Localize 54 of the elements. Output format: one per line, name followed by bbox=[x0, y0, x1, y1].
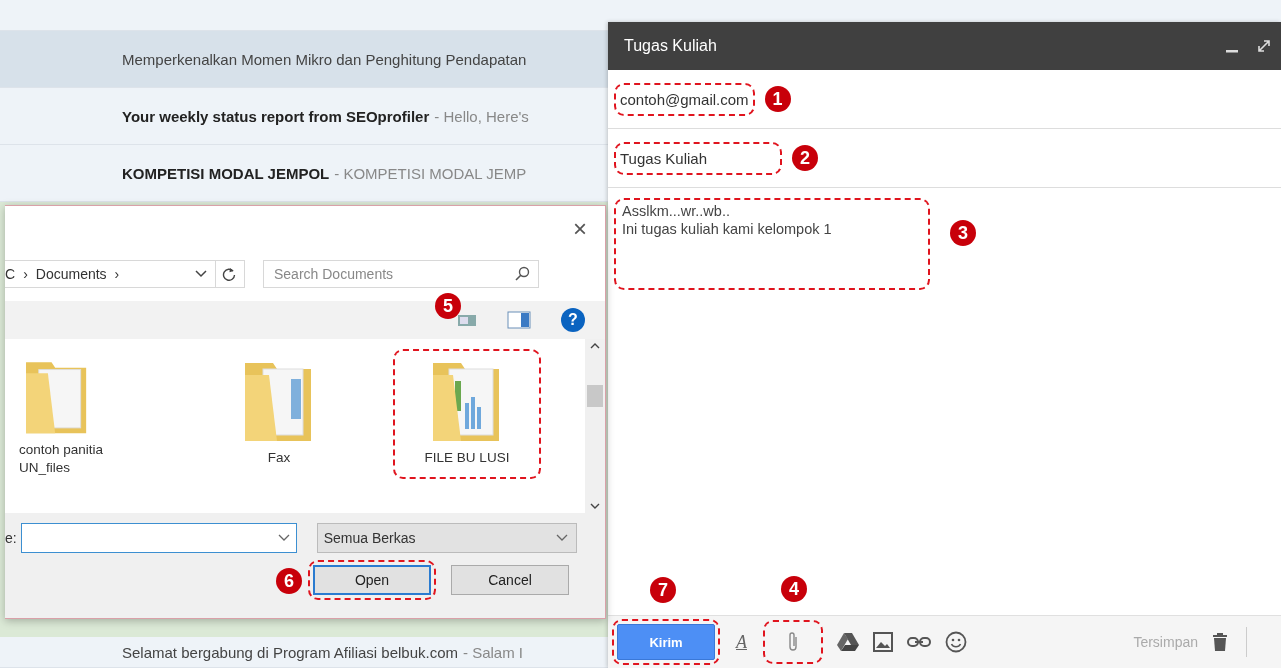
chevron-down-icon[interactable] bbox=[555, 534, 568, 542]
chevron-down-icon[interactable] bbox=[195, 270, 207, 278]
window-title: Tugas Kuliah bbox=[624, 37, 718, 55]
address-bar[interactable]: C › Documents › bbox=[5, 260, 245, 288]
paperclip-icon[interactable] bbox=[787, 631, 799, 653]
step-number-marker: 5 bbox=[435, 293, 461, 319]
email-subject: KOMPETISI MODAL JEMPOL bbox=[122, 164, 330, 182]
email-subject: Your weekly status report from SEOprofiler bbox=[122, 107, 430, 125]
trash-icon[interactable] bbox=[1212, 632, 1228, 652]
email-snippet: - KOMPETISI MODAL JEMP bbox=[334, 164, 527, 182]
breadcrumb-item[interactable]: C bbox=[5, 266, 16, 282]
email-subject: Selamat bergabung di Program Afiliasi belbuk.com bbox=[122, 643, 458, 661]
step-number-marker: 7 bbox=[650, 577, 676, 603]
chevron-down-icon[interactable] bbox=[277, 534, 290, 542]
recipient-field[interactable]: contoh@gmail.com bbox=[620, 90, 749, 108]
message-body-field[interactable]: Asslkm...wr..wb.. Ini tugas kuliah kami kelompok 1 bbox=[622, 202, 922, 238]
step-number-marker: 4 bbox=[781, 576, 807, 602]
refresh-icon[interactable] bbox=[222, 267, 236, 281]
scroll-thumb[interactable] bbox=[587, 385, 603, 407]
open-button[interactable]: Open bbox=[313, 565, 431, 595]
drive-icon[interactable] bbox=[837, 632, 859, 652]
file-type-value: Semua Berkas bbox=[323, 530, 416, 546]
text-format-button[interactable]: A bbox=[734, 631, 749, 653]
breadcrumb-item[interactable]: Documents bbox=[35, 266, 107, 282]
chevron-up-icon[interactable] bbox=[590, 343, 600, 349]
search-icon bbox=[514, 266, 530, 282]
emoji-icon[interactable] bbox=[945, 631, 967, 653]
step-number-marker: 2 bbox=[792, 145, 818, 171]
file-name-field[interactable] bbox=[20, 523, 297, 553]
cancel-button[interactable]: Cancel bbox=[451, 565, 569, 595]
step-number-marker: 1 bbox=[764, 86, 791, 112]
file-name-label: e: bbox=[5, 530, 17, 546]
link-icon[interactable] bbox=[907, 636, 931, 648]
file-type-dropdown[interactable]: Semua Berkas bbox=[316, 523, 577, 553]
breadcrumb-separator: › bbox=[23, 266, 28, 282]
expand-icon[interactable] bbox=[1257, 39, 1271, 53]
step-number-marker: 3 bbox=[950, 220, 976, 246]
preview-pane-icon[interactable] bbox=[507, 311, 531, 329]
email-subject: Memperkenalkan Momen Mikro dan Penghitung Pendapatan bbox=[122, 50, 527, 68]
chevron-down-icon[interactable] bbox=[590, 503, 600, 509]
folder-name[interactable]: FILE BU LUSI bbox=[412, 449, 522, 467]
help-button[interactable]: ? bbox=[561, 308, 585, 332]
search-box[interactable]: Search Documents bbox=[263, 260, 539, 288]
email-snippet: - Hello, Here's bbox=[434, 107, 529, 125]
search-field[interactable]: Search Documents bbox=[274, 262, 514, 286]
subject-field[interactable]: Tugas Kuliah bbox=[620, 149, 707, 167]
folder-name[interactable]: contoh panitia UN_files bbox=[19, 441, 129, 477]
close-button[interactable]: × bbox=[569, 214, 591, 243]
step-number-marker: 6 bbox=[276, 568, 302, 594]
save-status: Tersimpan bbox=[1133, 634, 1198, 650]
photo-icon[interactable] bbox=[873, 632, 893, 652]
email-snippet: - Salam I bbox=[463, 643, 524, 661]
folder-name[interactable]: Fax bbox=[224, 449, 334, 467]
breadcrumb-separator: › bbox=[114, 266, 120, 282]
